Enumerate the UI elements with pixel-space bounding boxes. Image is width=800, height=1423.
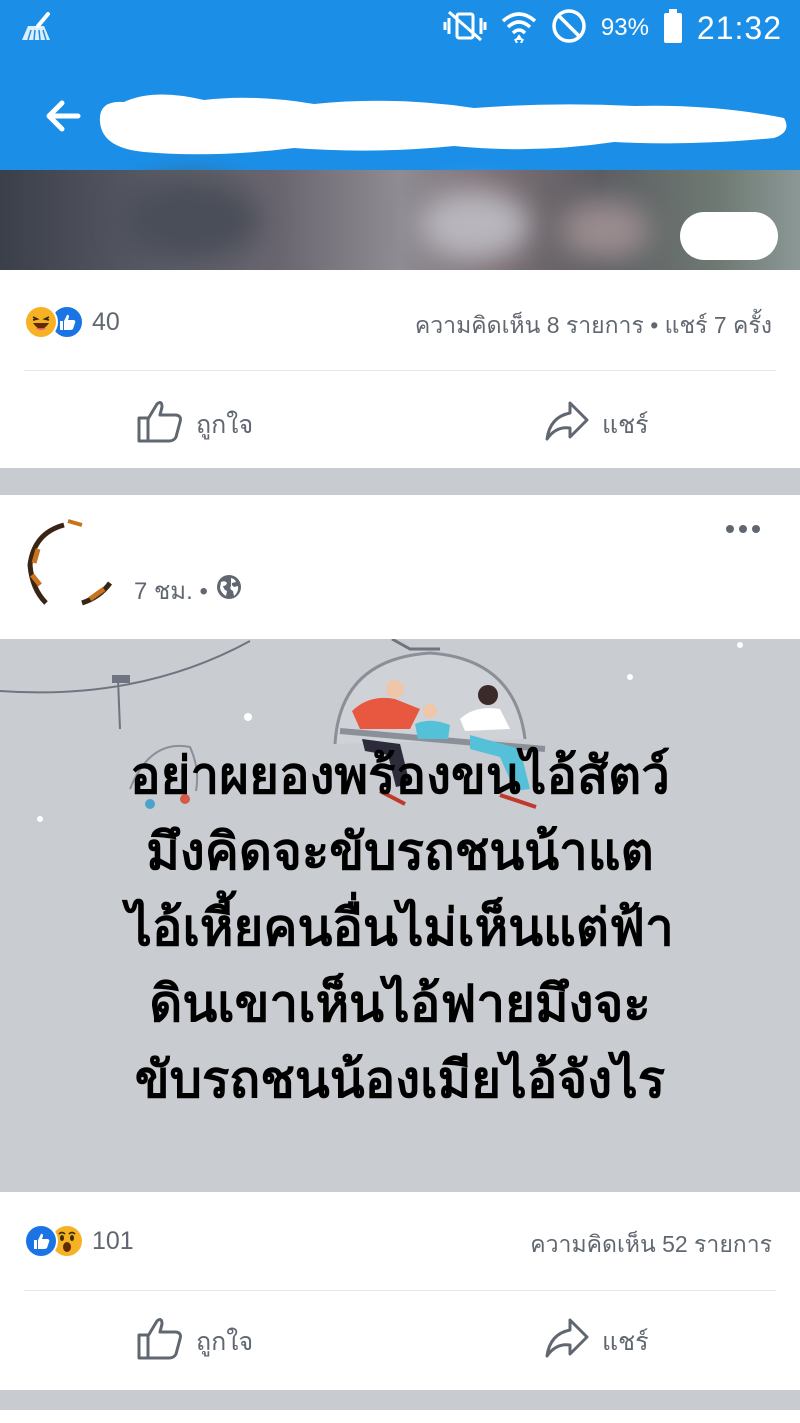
like-label: ถูกใจ [196,1327,254,1356]
title-redaction [94,82,794,166]
share-button[interactable]: แชร์ [544,400,649,449]
post-image[interactable]: อย่าผยองพร้องขนไอ้สัตว์ มึงคิดจะขับรถชนน… [0,639,800,1192]
next-post-card [0,1410,800,1423]
haha-reaction-icon [24,305,58,339]
post-time[interactable]: 7 ชม. • [134,571,208,610]
status-bar: 93% 21:32 [0,0,800,58]
share-label: แชร์ [602,1327,649,1356]
app-bar [0,58,800,170]
more-options-icon[interactable] [726,525,760,533]
share-arrow-icon [544,1317,590,1366]
cleaner-broom-icon [18,10,54,50]
reaction-summary[interactable]: 101 [24,1221,134,1261]
reaction-count: 40 [92,307,120,336]
image-redaction [680,212,778,260]
thumbs-up-icon [136,1315,184,1368]
share-arrow-icon [544,400,590,449]
like-label: ถูกใจ [196,410,254,439]
like-reaction-icon [24,1224,58,1258]
comments-shares-count[interactable]: ความคิดเห็น 8 รายการ • แชร์ 7 ครั้ง [415,308,772,344]
share-button[interactable]: แชร์ [544,1317,649,1366]
post-text-line: ไอ้เหี้ยคนอื่นไม่เห็นแต่ฟ้า [126,899,674,958]
wifi-icon [501,9,537,47]
clock: 21:32 [696,9,782,46]
reaction-summary[interactable]: 40 [24,302,120,342]
like-button[interactable]: ถูกใจ [136,1315,253,1368]
thumbs-up-icon [136,398,184,451]
battery-icon [663,8,683,48]
post-text-line: อย่าผยองพร้องขนไอ้สัตว์ [130,747,670,806]
post-text-line: ดินเขาเห็นไอ้ฟายมึงจะ [149,975,651,1034]
post-meta: 7 ชม. • [134,571,242,610]
divider [24,1290,776,1291]
battery-percent: 93% [600,14,649,41]
post-text-line: มึงคิดจะขับรถชนน้าแต [146,823,654,882]
share-label: แชร์ [602,410,649,439]
divider [24,370,776,371]
post-footer-1: 40 ความคิดเห็น 8 รายการ • แชร์ 7 ครั้ง ถ… [0,270,800,468]
post-card-2: 7 ชม. • อย่าผยองพร้องขนไอ้สัตว์ มึงคิดจะ… [0,495,800,1390]
do-not-disturb-icon [551,8,587,48]
globe-icon [216,574,242,607]
post-text-line: ขับรถชนน้องเมียไอ้จังไร [134,1051,666,1110]
post-text: อย่าผยองพร้องขนไอ้สัตว์ มึงคิดจะขับรถชนน… [0,739,800,1119]
blurred-shared-image[interactable] [0,170,800,270]
like-button[interactable]: ถูกใจ [136,398,253,451]
avatar[interactable] [24,519,114,609]
vibrate-mute-icon [443,10,487,46]
comments-count[interactable]: ความคิดเห็น 52 รายการ [530,1227,772,1263]
arrow-left-icon[interactable] [40,92,88,140]
reaction-count: 101 [92,1226,134,1255]
post-separator [0,468,800,495]
post-separator [0,1390,800,1410]
